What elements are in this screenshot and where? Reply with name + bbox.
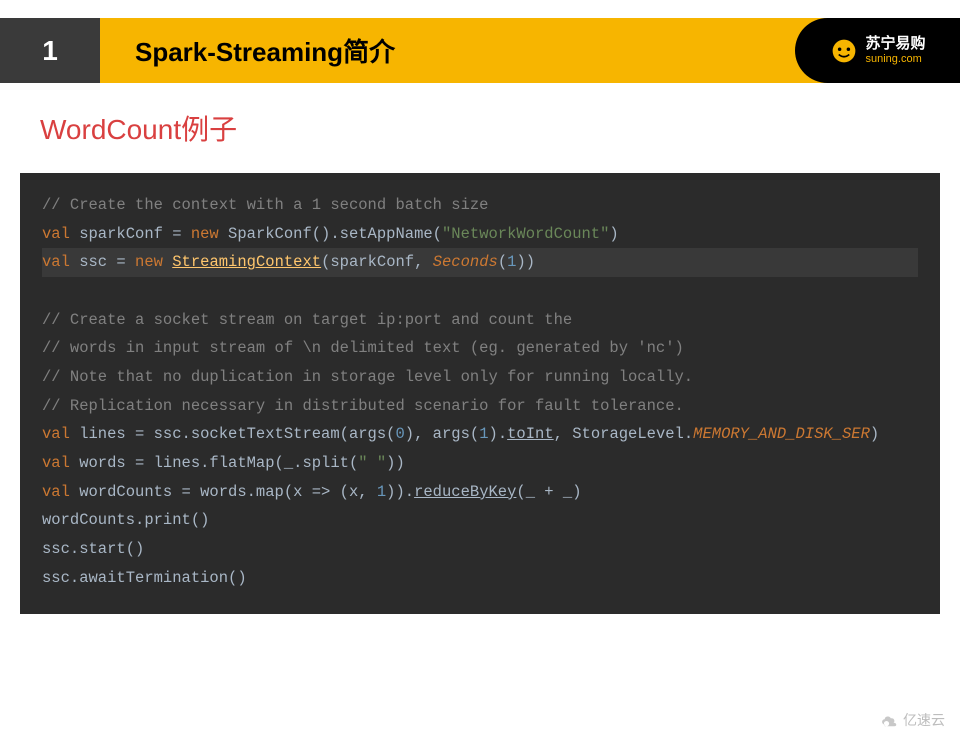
subtitle-cn: 例子 xyxy=(181,114,237,145)
code-line: val lines = ssc.socketTextStream(args(0)… xyxy=(42,420,918,449)
lion-icon xyxy=(829,36,859,66)
code-line: val sparkConf = new SparkConf().setAppNa… xyxy=(42,220,918,249)
slide-title: Spark-Streaming简介 xyxy=(100,18,795,83)
suning-logo: 苏宁易购 suning.com xyxy=(795,18,960,83)
cloud-icon xyxy=(879,714,899,726)
slide-header: 1 Spark-Streaming简介 苏宁易购 suning.com xyxy=(0,18,960,83)
section-number: 1 xyxy=(42,35,58,67)
code-line: // Note that no duplication in storage l… xyxy=(42,363,918,392)
logo-text: 苏宁易购 suning.com xyxy=(865,36,925,65)
code-line-highlighted: val ssc = new StreamingContext(sparkConf… xyxy=(42,248,918,277)
code-line: val wordCounts = words.map(x => (x, 1)).… xyxy=(42,478,918,507)
logo-text-en: suning.com xyxy=(865,53,925,65)
subtitle-en: WordCount xyxy=(40,114,181,145)
code-line: // words in input stream of \n delimited… xyxy=(42,334,918,363)
code-line xyxy=(42,277,918,306)
watermark-text: 亿速云 xyxy=(903,710,945,730)
code-line: ssc.start() xyxy=(42,535,918,564)
code-block: // Create the context with a 1 second ba… xyxy=(20,173,940,614)
code-line: wordCounts.print() xyxy=(42,506,918,535)
code-line: // Create a socket stream on target ip:p… xyxy=(42,306,918,335)
code-line: val words = lines.flatMap(_.split(" ")) xyxy=(42,449,918,478)
subtitle: WordCount例子 xyxy=(0,83,960,148)
code-line: // Replication necessary in distributed … xyxy=(42,392,918,421)
watermark: 亿速云 xyxy=(879,710,945,730)
section-number-box: 1 xyxy=(0,18,100,83)
code-line: // Create the context with a 1 second ba… xyxy=(42,191,918,220)
logo-text-cn: 苏宁易购 xyxy=(865,36,925,53)
code-line: ssc.awaitTermination() xyxy=(42,564,918,593)
